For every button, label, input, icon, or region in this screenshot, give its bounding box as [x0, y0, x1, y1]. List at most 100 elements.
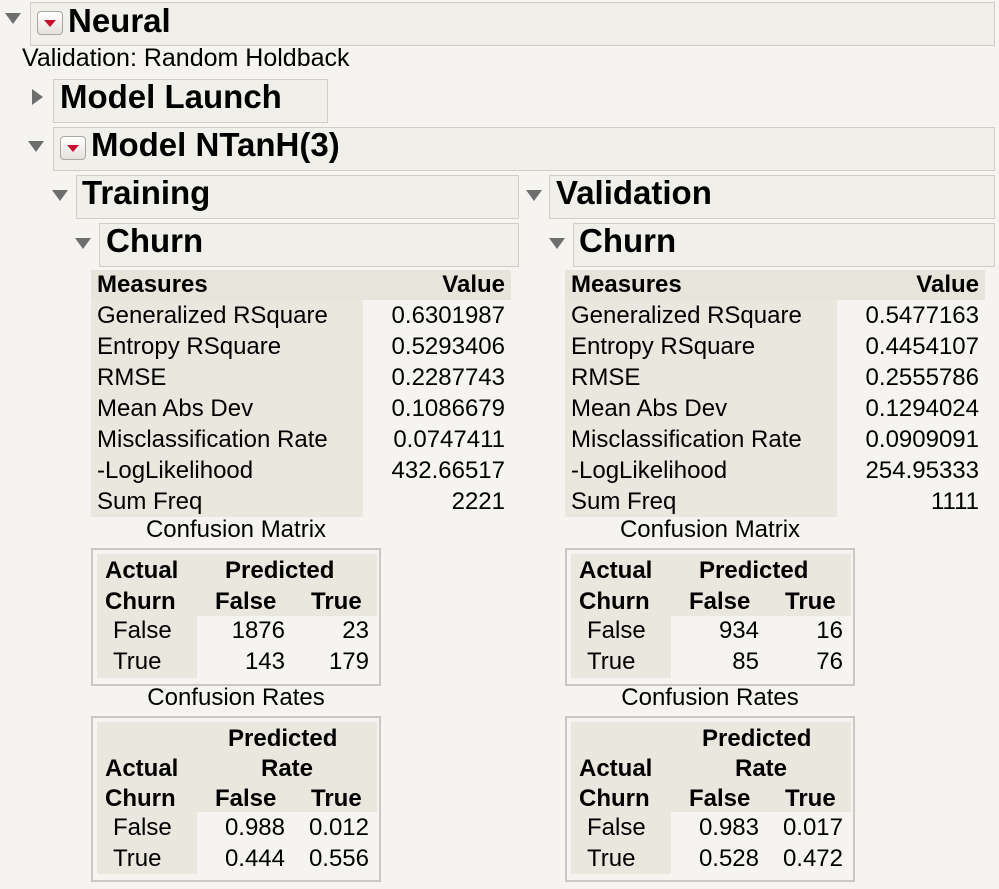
churn-row-header: Churn — [579, 785, 650, 812]
measure-label: Mean Abs Dev — [91, 393, 363, 424]
training-measures-table: Measures Value Generalized RSquare 0.6301… — [91, 270, 511, 520]
cell-value: 85 — [732, 648, 759, 675]
table-row: Generalized RSquare 0.5477163 — [565, 300, 985, 331]
measure-value: 0.1294024 — [865, 395, 979, 422]
predicted-header: Predicted — [228, 725, 338, 752]
value-column-header: Value — [916, 271, 979, 298]
row-label: False — [113, 617, 172, 644]
validation-title: Validation — [556, 174, 712, 211]
predicted-header: Predicted — [699, 557, 809, 584]
true-column-header: True — [785, 588, 836, 615]
validation-churn-collapse-icon[interactable] — [549, 238, 565, 249]
neural-collapse-icon[interactable] — [5, 13, 21, 24]
measure-label: Misclassification Rate — [565, 424, 837, 455]
measure-value: 1111 — [930, 488, 979, 515]
neural-title: Neural — [68, 2, 171, 39]
measure-label: Misclassification Rate — [91, 424, 363, 455]
measure-label: Entropy RSquare — [565, 331, 837, 362]
churn-row-header: Churn — [105, 588, 176, 615]
cell-value: 0.472 — [782, 845, 843, 872]
churn-row-header: Churn — [105, 785, 176, 812]
measure-value: 0.2287743 — [391, 364, 505, 391]
row-label: True — [587, 845, 636, 872]
measure-value: 0.5293406 — [391, 333, 505, 360]
actual-header: Actual — [105, 755, 179, 782]
validation-churn-title: Churn — [579, 222, 677, 259]
model-launch-expand-icon[interactable] — [32, 89, 43, 105]
training-churn-collapse-icon[interactable] — [75, 238, 91, 249]
measure-value: 0.5477163 — [865, 302, 979, 329]
training-confusion-rates: Predicted Actual Rate Churn False True F… — [91, 716, 381, 882]
table-row: Misclassification Rate 0.0747411 — [91, 424, 511, 455]
training-title: Training — [82, 174, 211, 211]
table-row: Sum Freq 2221 — [91, 486, 511, 517]
model-launch-title[interactable]: Model Launch — [60, 80, 282, 113]
table-row: Entropy RSquare 0.5293406 — [91, 331, 511, 362]
table-row: Misclassification Rate 0.0909091 — [565, 424, 985, 455]
cell-value: 179 — [328, 648, 369, 675]
table-row: -LogLikelihood 254.95333 — [565, 455, 985, 486]
table-row: Mean Abs Dev 0.1294024 — [565, 393, 985, 424]
model-collapse-icon[interactable] — [28, 141, 44, 152]
measure-value: 0.2555786 — [865, 364, 979, 391]
value-column-header: Value — [442, 271, 505, 298]
row-label: True — [113, 845, 162, 872]
measure-value: 0.4454107 — [865, 333, 979, 360]
row-label: False — [587, 617, 646, 644]
measure-label: RMSE — [565, 362, 837, 393]
training-measures-header-row: Measures Value — [91, 270, 511, 300]
measure-label: Sum Freq — [565, 486, 837, 517]
measure-value: 254.95333 — [865, 457, 979, 484]
actual-header: Actual — [105, 557, 179, 584]
cell-value: 0.012 — [308, 814, 369, 841]
cell-value: 0.444 — [224, 845, 285, 872]
neural-header — [30, 2, 995, 46]
validation-confusion-matrix: Actual Predicted Churn False True False … — [565, 548, 855, 686]
measure-value: 0.1086679 — [391, 395, 505, 422]
measure-value: 432.66517 — [391, 457, 505, 484]
neural-menu-icon[interactable] — [37, 11, 63, 35]
false-column-header: False — [215, 785, 277, 812]
measure-label: Entropy RSquare — [91, 331, 363, 362]
measure-label: RMSE — [91, 362, 363, 393]
measure-label: -LogLikelihood — [565, 455, 837, 486]
validation-confusion-matrix-caption: Confusion Matrix — [619, 516, 801, 543]
false-column-header: False — [689, 588, 751, 615]
cell-value: 0.988 — [224, 814, 285, 841]
validation-measures-table: Measures Value Generalized RSquare 0.5477… — [565, 270, 985, 520]
row-label: True — [587, 648, 636, 675]
measure-value: 0.0909091 — [865, 426, 979, 453]
cell-value: 143 — [244, 648, 285, 675]
measure-label: Sum Freq — [91, 486, 363, 517]
cell-value: 76 — [816, 648, 843, 675]
true-column-header: True — [785, 785, 836, 812]
measure-label: -LogLikelihood — [91, 455, 363, 486]
false-column-header: False — [215, 588, 277, 615]
table-row: Sum Freq 1111 — [565, 486, 985, 517]
table-row: Mean Abs Dev 0.1086679 — [91, 393, 511, 424]
validation-collapse-icon[interactable] — [526, 190, 542, 201]
validation-confusion-rates: Predicted Actual Rate Churn False True F… — [565, 716, 855, 882]
row-label: False — [587, 814, 646, 841]
table-row: Entropy RSquare 0.4454107 — [565, 331, 985, 362]
predicted-header: Predicted — [702, 725, 812, 752]
cell-value: 1876 — [231, 617, 285, 644]
table-row: RMSE 0.2287743 — [91, 362, 511, 393]
training-collapse-icon[interactable] — [52, 190, 68, 201]
model-menu-icon[interactable] — [60, 136, 86, 160]
measure-label: Mean Abs Dev — [565, 393, 837, 424]
measure-value: 2221 — [451, 488, 505, 515]
rate-header: Rate — [261, 755, 314, 782]
false-column-header: False — [689, 785, 751, 812]
row-label: False — [113, 814, 172, 841]
training-churn-title: Churn — [106, 222, 204, 259]
measure-label: Generalized RSquare — [565, 300, 837, 331]
cell-value: 16 — [816, 617, 843, 644]
training-confusion-matrix-caption: Confusion Matrix — [145, 516, 327, 543]
cell-value: 0.528 — [698, 845, 759, 872]
cell-value: 934 — [718, 617, 759, 644]
training-confusion-rates-caption: Confusion Rates — [147, 684, 325, 711]
row-label: True — [113, 648, 162, 675]
validation-measures-header-row: Measures Value — [565, 270, 985, 300]
actual-header: Actual — [579, 557, 653, 584]
